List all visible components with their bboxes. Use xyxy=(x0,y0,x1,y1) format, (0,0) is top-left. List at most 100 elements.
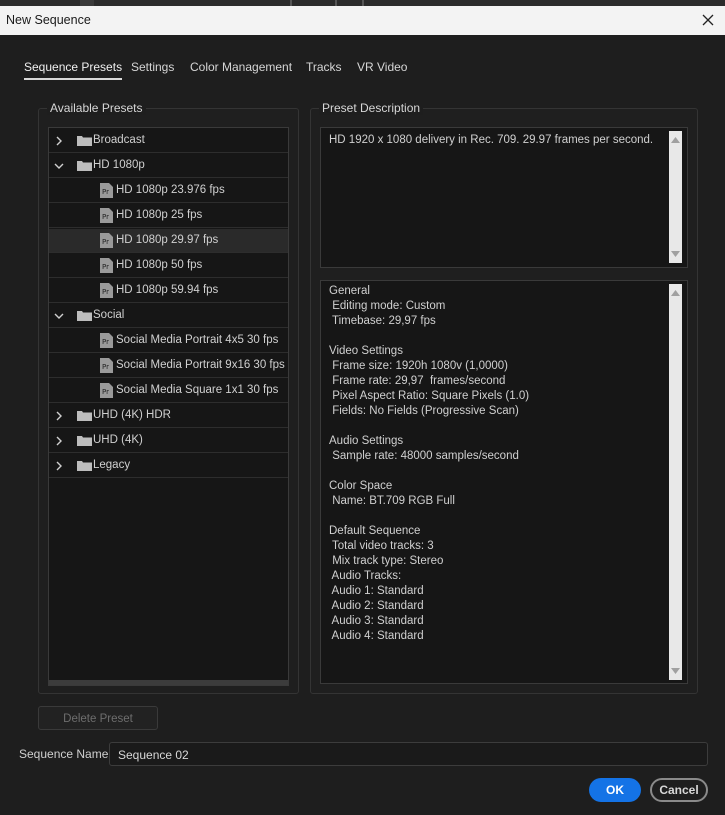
detail-line: Audio 3: Standard xyxy=(329,615,424,627)
tree-preset-row[interactable]: Pr Social Media Portrait 4x5 30 fps xyxy=(49,329,288,353)
detail-line xyxy=(329,419,529,434)
tree-folder-row[interactable]: HD 1080p xyxy=(49,154,288,178)
scroll-up-icon[interactable] xyxy=(671,136,680,143)
chevron-right-icon[interactable] xyxy=(53,410,65,422)
detail-line: Video Settings xyxy=(329,345,403,357)
tree-item-label: Social Media Square 1x1 30 fps xyxy=(116,384,279,396)
preset-description-box: HD 1920 x 1080 delivery in Rec. 709. 29.… xyxy=(320,127,688,268)
folder-icon xyxy=(77,436,92,446)
tree-folder-row[interactable]: UHD (4K) xyxy=(49,429,288,453)
detail-line xyxy=(329,464,529,479)
svg-text:Pr: Pr xyxy=(102,338,109,346)
chevron-right-icon[interactable] xyxy=(53,135,65,147)
ok-button[interactable]: OK xyxy=(589,778,641,802)
detail-line: Total video tracks: 3 xyxy=(329,540,434,552)
chevron-down-icon[interactable] xyxy=(53,310,65,322)
title-bar: New Sequence xyxy=(0,6,725,35)
folder-icon xyxy=(77,311,92,321)
folder-icon xyxy=(77,461,92,471)
available-presets-label: Available Presets xyxy=(47,101,146,115)
detail-line: Audio 1: Standard xyxy=(329,585,424,597)
tree-item-label: HD 1080p 25 fps xyxy=(116,209,203,221)
detail-line: Mix track type: Stereo xyxy=(329,555,444,567)
preset-description-text: HD 1920 x 1080 delivery in Rec. 709. 29.… xyxy=(329,134,654,146)
svg-text:Pr: Pr xyxy=(102,213,109,221)
sequence-name-input[interactable]: Sequence 02 xyxy=(109,742,708,766)
preset-description-label: Preset Description xyxy=(319,101,424,115)
svg-text:Pr: Pr xyxy=(102,188,109,196)
detail-line: Color Space xyxy=(329,480,393,492)
detail-line: General xyxy=(329,285,370,297)
detail-line: Audio Settings xyxy=(329,435,404,447)
scroll-down-icon[interactable] xyxy=(671,668,680,675)
scroll-up-icon[interactable] xyxy=(671,289,680,296)
preset-details-box: General Editing mode: Custom Timebase: 2… xyxy=(320,280,688,684)
tree-item-label: UHD (4K) xyxy=(93,434,143,446)
detail-line: Default Sequence xyxy=(329,525,421,537)
tab-color-management[interactable]: Color Management xyxy=(190,60,292,74)
tree-item-label: Social Media Portrait 9x16 30 fps xyxy=(116,359,285,371)
preset-file-icon: Pr xyxy=(100,208,113,223)
tab-sequence-presets[interactable]: Sequence Presets xyxy=(24,60,123,80)
tree-horizontal-scrollbar[interactable] xyxy=(49,680,288,685)
tree-preset-row[interactable]: Pr Social Media Square 1x1 30 fps xyxy=(49,379,288,403)
preset-file-icon: Pr xyxy=(100,183,113,198)
tree-item-label: HD 1080p 23.976 fps xyxy=(116,184,225,196)
tree-folder-row[interactable]: Social xyxy=(49,304,288,328)
detail-line xyxy=(329,509,529,524)
delete-preset-button[interactable]: Delete Preset xyxy=(38,706,158,730)
close-icon[interactable] xyxy=(697,9,719,31)
chevron-right-icon[interactable] xyxy=(53,460,65,472)
tree-preset-row[interactable]: Pr HD 1080p 59.94 fps xyxy=(49,279,288,303)
folder-icon xyxy=(77,411,92,421)
detail-line: Audio 4: Standard xyxy=(329,630,424,642)
tree-item-label: Social Media Portrait 4x5 30 fps xyxy=(116,334,279,346)
svg-text:Pr: Pr xyxy=(102,288,109,296)
preset-file-icon: Pr xyxy=(100,283,113,298)
detail-line: Audio Tracks: xyxy=(329,570,402,582)
tree-folder-row[interactable]: Broadcast xyxy=(49,129,288,153)
tree-preset-row[interactable]: Pr Social Media Portrait 9x16 30 fps xyxy=(49,354,288,378)
tree-item-label: HD 1080p 29.97 fps xyxy=(116,234,219,246)
scroll-down-icon[interactable] xyxy=(671,251,680,258)
tab-vr-video[interactable]: VR Video xyxy=(357,60,407,74)
sequence-name-label: Sequence Name: xyxy=(19,747,112,761)
tree-preset-row[interactable]: Pr HD 1080p 50 fps xyxy=(49,254,288,278)
chevron-right-icon[interactable] xyxy=(53,435,65,447)
detail-line: Editing mode: Custom xyxy=(329,300,446,312)
tab-tracks[interactable]: Tracks xyxy=(306,60,342,74)
cancel-button[interactable]: Cancel xyxy=(650,778,708,802)
detail-line: Pixel Aspect Ratio: Square Pixels (1.0) xyxy=(329,390,530,402)
tree-item-label: HD 1080p xyxy=(93,159,145,171)
details-scrollbar[interactable] xyxy=(669,284,682,680)
description-scrollbar[interactable] xyxy=(669,131,682,263)
window-title: New Sequence xyxy=(6,13,91,27)
tree-folder-row[interactable]: UHD (4K) HDR xyxy=(49,404,288,428)
svg-text:Pr: Pr xyxy=(102,363,109,371)
detail-line: Sample rate: 48000 samples/second xyxy=(329,450,519,462)
chevron-down-icon[interactable] xyxy=(53,160,65,172)
tree-item-label: Legacy xyxy=(93,459,131,471)
folder-icon xyxy=(77,161,92,171)
svg-text:Pr: Pr xyxy=(102,238,109,246)
preset-details-text: General Editing mode: Custom Timebase: 2… xyxy=(329,284,529,644)
tab-settings[interactable]: Settings xyxy=(131,60,174,74)
svg-text:Pr: Pr xyxy=(102,388,109,396)
presets-tree[interactable]: Broadcast HD 1080p Pr HD 1080p 23.976 fps Pr… xyxy=(48,127,289,686)
tree-preset-row[interactable]: Pr HD 1080p 25 fps xyxy=(49,204,288,228)
folder-icon xyxy=(77,136,92,146)
tree-item-label: UHD (4K) HDR xyxy=(93,409,171,421)
preset-file-icon: Pr xyxy=(100,358,113,373)
detail-line: Frame rate: 29,97 frames/second xyxy=(329,375,506,387)
tree-preset-row[interactable]: Pr HD 1080p 29.97 fps xyxy=(49,229,288,253)
tree-folder-row[interactable]: Legacy xyxy=(49,454,288,478)
preset-file-icon: Pr xyxy=(100,258,113,273)
tree-item-label: Broadcast xyxy=(93,134,145,146)
detail-line: Audio 2: Standard xyxy=(329,600,424,612)
preset-file-icon: Pr xyxy=(100,233,113,248)
detail-line: Name: BT.709 RGB Full xyxy=(329,495,455,507)
preset-file-icon: Pr xyxy=(100,383,113,398)
tree-item-label: Social xyxy=(93,309,125,321)
tree-item-label: HD 1080p 59.94 fps xyxy=(116,284,219,296)
tree-preset-row[interactable]: Pr HD 1080p 23.976 fps xyxy=(49,179,288,203)
